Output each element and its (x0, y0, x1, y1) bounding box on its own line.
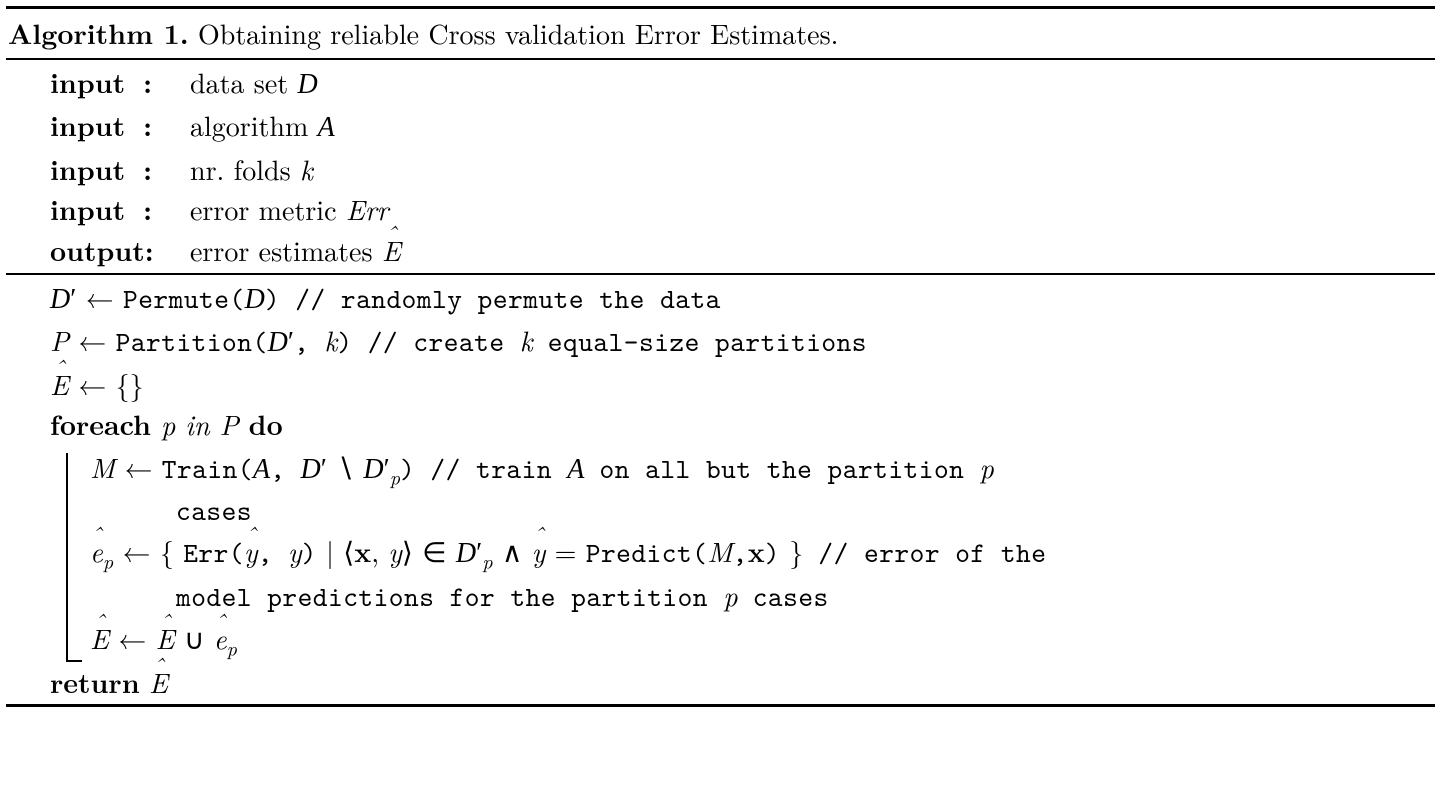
io-text: error metric Err (190, 189, 388, 230)
output-row: output: error estimates E (50, 230, 1435, 271)
stmt-union: E ← E ∪ ep (90, 618, 1435, 662)
stmt-permute: D′ ← Permute(D) // randomly permute the … (50, 277, 1435, 321)
io-text: nr. folds k (190, 149, 313, 190)
input-row-1: input: data set D (50, 62, 1435, 106)
stmt-error: ep ← { Err(y, y) | ⟨x, y⟩ ∈ D′p ∧ y = Pr… (90, 531, 1435, 575)
loop-body: M ← Train(A, D′ ∖ D′p) // train A on all… (84, 447, 1435, 662)
stmt-train-cont: cases (90, 491, 1435, 532)
algorithm-number: Algorithm 1. (8, 13, 189, 53)
algorithm-box: Algorithm 1. Obtaining reliable Cross va… (6, 6, 1435, 707)
stmt-foreach: foreach p in P do (50, 404, 1435, 445)
input-row-3: input: nr. folds k (50, 149, 1435, 190)
io-text: data set D (190, 62, 318, 106)
algorithm-body: D′ ← Permute(D) // randomly permute the … (6, 275, 1435, 705)
io-block: input: data set D input: algorithm A inp… (6, 60, 1435, 273)
input-row-2: input: algorithm A (50, 105, 1435, 149)
io-label: input: (50, 189, 190, 230)
stmt-train: M ← Train(A, D′ ∖ D′p) // train A on all… (90, 447, 1435, 491)
io-label: input: (50, 149, 190, 190)
rule-bottom (6, 704, 1435, 707)
io-label: output: (50, 230, 190, 271)
io-text: error estimates E (190, 230, 401, 271)
io-label: input: (50, 105, 190, 149)
stmt-partition: P ← Partition(D′, k) // create k equal-s… (50, 320, 1435, 364)
loop-rule (50, 447, 84, 662)
io-label: input: (50, 62, 190, 106)
stmt-return: return E (50, 662, 1435, 703)
io-text: algorithm A (190, 105, 335, 149)
input-row-4: input: error metric Err (50, 189, 1435, 230)
stmt-error-cont: model predictions for the partition p ca… (90, 575, 1435, 618)
loop-block: M ← Train(A, D′ ∖ D′p) // train A on all… (50, 447, 1435, 662)
algorithm-title-row: Algorithm 1. Obtaining reliable Cross va… (6, 9, 1435, 58)
stmt-init-E: E ← {} (50, 364, 1435, 405)
algorithm-caption: Obtaining reliable Cross validation Erro… (189, 13, 839, 53)
